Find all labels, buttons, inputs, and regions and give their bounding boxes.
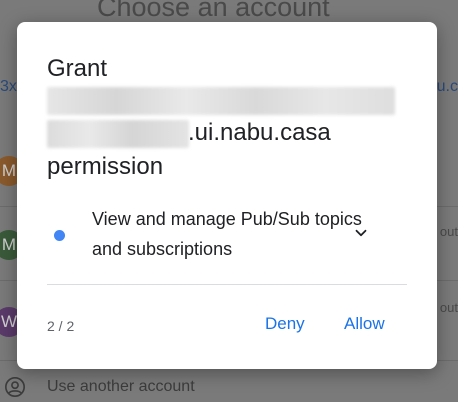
scope-bullet-icon [54,230,65,241]
use-another-account-label: Use another account [47,378,195,395]
domain-suffix: .ui.nabu.casa [188,119,331,146]
allow-button[interactable]: Allow [344,314,385,334]
permission-label: permission [47,153,164,180]
redacted-subdomain [47,120,189,148]
account-signout-2: out [439,224,458,239]
deny-button[interactable]: Deny [265,314,305,334]
background-link-fragment-right: u.c [436,78,458,95]
use-another-account-row: Use another account [0,372,195,402]
redacted-app-name [47,87,395,115]
grant-permission-dialog: Grant .ui.nabu.casa permission View and … [17,22,437,369]
grant-label: Grant [47,55,108,82]
scope-description: View and manage Pub/Sub topics and subsc… [92,209,362,259]
choose-account-title: Choose an account [97,0,330,22]
dialog-divider [47,284,407,285]
account-circle-icon [5,377,25,397]
account-signout-3: out [439,300,458,315]
chevron-down-icon[interactable] [352,224,370,242]
page-indicator: 2 / 2 [47,318,75,334]
background-link-fragment-left: 3x [0,78,17,95]
